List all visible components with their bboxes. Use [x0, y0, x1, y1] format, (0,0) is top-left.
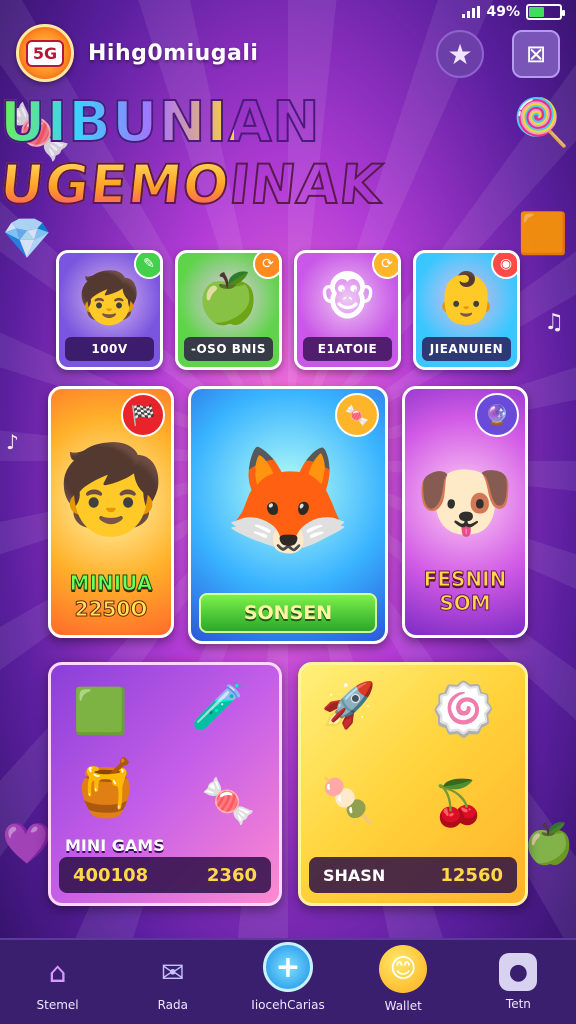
small-game-cards: 🧒 ✎ 100V 🍏 ⟳ -OSO BNIS 🐵 ⟳ E1ATOIE 👶 ◉ J… [56, 250, 520, 370]
game-card-score: SOM [439, 591, 491, 616]
candy-decoration: 🍬 [201, 776, 256, 827]
game-card-featured[interactable]: 🏁 🧒 MINIUA 2250O [48, 386, 174, 638]
candy-decoration: 🍏 [524, 821, 574, 867]
mini-games-left-value: 400108 [73, 864, 149, 886]
signal-icon [462, 6, 481, 18]
home-icon: ⌂ [48, 955, 67, 989]
play-button[interactable]: SONSEN [199, 593, 377, 633]
nav-label: Tetn [505, 997, 531, 1011]
mini-games-section: 🟩 🧪 🍯 🍬 MINI GAMS 400108 2360 🚀 🍥 🍡 🍒 SH… [48, 662, 528, 906]
game-card-label: -OSO BNIS [184, 337, 273, 361]
status-bar: 49% [462, 4, 565, 20]
hero-title-line1: UIBUNIAN [0, 90, 321, 155]
app-header: 5G Hihg0miugali ★ ⊠ [16, 24, 560, 82]
shasn-value: 12560 [440, 864, 503, 886]
mini-games-title: MINI GAMS [65, 836, 165, 855]
featured-game-cards: 🏁 🧒 MINIUA 2250O 🍬 🦊 SONSEN 🔮 🐶 FESNIN S… [48, 386, 528, 644]
nav-item-home[interactable]: ⌂ Stemel [0, 940, 115, 1024]
candy-badge-icon[interactable]: 🍬 [335, 393, 379, 437]
record-badge-icon[interactable]: ◉ [491, 253, 517, 279]
app-logo[interactable]: 5G [16, 24, 74, 82]
game-card-name: FESNIN [423, 567, 507, 592]
candy-decoration: 🍥 [431, 680, 496, 740]
nav-item-wallet[interactable]: 😊 Wallet [346, 940, 461, 1024]
team-icon: ● [499, 953, 538, 991]
music-note-icon: ♫ [544, 310, 564, 335]
game-card-name: MINIUA [69, 571, 153, 596]
refresh-badge-icon[interactable]: ⟳ [372, 253, 398, 279]
candy-decoration: 🍡 [321, 776, 376, 827]
candy-decoration: 💜 [2, 821, 52, 867]
smiley-icon: 😊 [379, 945, 428, 993]
nav-item-add[interactable]: + IiocehCarias [230, 940, 345, 1024]
character-art: 🦊 [223, 439, 353, 561]
app-title: Hihg0miugali [88, 40, 259, 66]
nav-label: Stemel [36, 998, 79, 1012]
nav-item-team[interactable]: ● Tetn [461, 940, 576, 1024]
candy-decoration: 🍒 [431, 778, 486, 829]
character-art: 🐶 [415, 455, 515, 548]
refresh-badge-icon[interactable]: ⟳ [253, 253, 279, 279]
mini-games-right-value: 2360 [206, 864, 257, 886]
game-card-label: E1ATOIE [303, 337, 392, 361]
candy-decoration: 💎 [2, 216, 52, 262]
mini-games-card[interactable]: 🟩 🧪 🍯 🍬 MINI GAMS 400108 2360 [48, 662, 282, 906]
hero-title-line2: UGEMOINAK [0, 152, 387, 217]
nav-label: IiocehCarias [251, 998, 325, 1012]
edit-badge-icon[interactable]: ✎ [134, 253, 160, 279]
battery-percent: 49% [486, 4, 520, 20]
plus-icon: + [263, 942, 313, 992]
game-card-small[interactable]: 🐵 ⟳ E1ATOIE [294, 250, 401, 370]
character-art: 🧒 [57, 440, 165, 540]
game-card-small[interactable]: 🧒 ✎ 100V [56, 250, 163, 370]
mail-icon: ✉ [161, 955, 185, 989]
rocket-icon: 🚀 [321, 680, 376, 731]
game-card-small[interactable]: 🍏 ⟳ -OSO BNIS [175, 250, 282, 370]
game-card-score: 2250O [74, 597, 148, 622]
shasn-label: SHASN [323, 865, 386, 885]
game-card-label: JIEANUIEN [422, 337, 511, 361]
flag-badge-icon[interactable]: 🏁 [121, 393, 165, 437]
candy-decoration: 🟧 [518, 211, 568, 257]
orb-badge-icon[interactable]: 🔮 [475, 393, 519, 437]
game-card-featured[interactable]: 🔮 🐶 FESNIN SOM [402, 386, 528, 638]
stats-icon[interactable]: ⊠ [512, 30, 560, 78]
mini-games-bar: 400108 2360 [59, 857, 271, 893]
candy-decoration: 🍯 [71, 756, 141, 821]
bottom-navigation: ⌂ Stemel ✉ Rada + IiocehCarias 😊 Wallet … [0, 938, 576, 1024]
logo-text: 5G [25, 39, 65, 67]
candy-decoration: 🧪 [191, 682, 246, 733]
battery-icon [526, 4, 565, 20]
game-card-label: 100V [65, 337, 154, 361]
nav-label: Wallet [384, 999, 422, 1013]
candy-decoration: 🟩 [73, 686, 128, 737]
shasn-bar: SHASN 12560 [309, 857, 517, 893]
star-icon[interactable]: ★ [436, 30, 484, 78]
nav-item-mail[interactable]: ✉ Rada [115, 940, 230, 1024]
game-card-featured[interactable]: 🍬 🦊 SONSEN [188, 386, 388, 644]
music-note-icon: ♪ [6, 430, 19, 454]
shasn-card[interactable]: 🚀 🍥 🍡 🍒 SHASN 12560 [298, 662, 528, 906]
game-card-small[interactable]: 👶 ◉ JIEANUIEN [413, 250, 520, 370]
nav-label: Rada [157, 998, 188, 1012]
hero-title: UIBUNIAN UGEMOINAK [0, 90, 576, 218]
